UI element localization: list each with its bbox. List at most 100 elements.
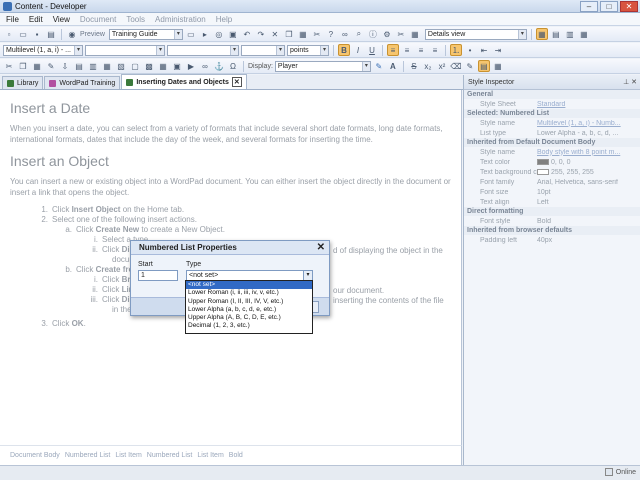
hyperlink-icon[interactable]: ∞	[199, 60, 211, 72]
folder-icon[interactable]: ▭	[185, 28, 197, 40]
dropdown-option[interactable]: Decimal (1, 2, 3, etc.)	[186, 322, 312, 330]
dropdown-option[interactable]: Lower Alpha (a, b, c, d, e, etc.)	[186, 306, 312, 314]
borders-icon[interactable]: ▢	[129, 60, 141, 72]
properties-icon[interactable]: ▦	[492, 60, 504, 72]
link-icon[interactable]: ∞	[339, 28, 351, 40]
paste-icon[interactable]: ▦	[297, 28, 309, 40]
align-right-icon[interactable]: ≡	[415, 44, 427, 56]
tab-wordpad-training[interactable]: WordPad Training	[44, 76, 121, 89]
save-icon[interactable]: ▪	[31, 28, 43, 40]
project-combo[interactable]: Training Guide ▾	[108, 28, 183, 40]
columns-icon[interactable]: ▥	[564, 28, 576, 40]
tab-inserting-dates[interactable]: Inserting Dates and Objects ✕	[121, 74, 247, 89]
tab-library[interactable]: Library	[2, 76, 44, 89]
grid-icon[interactable]: ▦	[409, 28, 421, 40]
format-painter-icon[interactable]: ✎	[45, 60, 57, 72]
menu-item-edit[interactable]: Edit	[29, 15, 43, 24]
numbered-list-icon[interactable]: ⒈	[450, 44, 462, 56]
font-name-combo[interactable]: ▾	[167, 44, 239, 56]
close-tab-icon[interactable]: ✕	[231, 77, 242, 87]
scissors-icon[interactable]: ✂	[395, 28, 407, 40]
breadcrumb-item[interactable]: List Item	[115, 452, 141, 459]
paste-small-icon[interactable]: ▦	[31, 60, 43, 72]
view-combo[interactable]: Details view ▾	[424, 28, 527, 40]
style-icon[interactable]: ▤	[477, 60, 490, 72]
breadcrumb-item[interactable]: Document Body	[10, 452, 60, 459]
bold-button[interactable]: B	[338, 44, 350, 56]
inspector-value[interactable]: Body style with 8 point m...	[537, 149, 640, 156]
delete-icon[interactable]: ✕	[269, 28, 281, 40]
maximize-button[interactable]: □	[600, 1, 618, 12]
preview-button[interactable]: Preview	[80, 31, 105, 38]
redo-icon[interactable]: ↷	[255, 28, 267, 40]
table-props-icon[interactable]: ▦	[157, 60, 169, 72]
subscript-icon[interactable]: x₂	[422, 60, 434, 72]
copy-small-icon[interactable]: ❐	[17, 60, 29, 72]
info-icon[interactable]: ⓘ	[367, 28, 379, 40]
tools-icon[interactable]: ⚙	[381, 28, 393, 40]
split-icon[interactable]: ▧	[115, 60, 127, 72]
type-dropdown-list[interactable]: <not set> Lower Roman (i, ii, iii, iv, v,…	[185, 280, 313, 334]
dropdown-option[interactable]: Upper Alpha (A, B, C, D, E, etc.)	[186, 314, 312, 322]
eraser-icon[interactable]: ⌫	[450, 60, 462, 72]
italic-button[interactable]: I	[352, 44, 364, 56]
inspector-value[interactable]: Multilevel (1, a, i) - Numb...	[537, 120, 640, 127]
text-color-icon[interactable]: ✎	[373, 60, 385, 72]
display-combo[interactable]: Player ▾	[274, 60, 371, 72]
insert-col-icon[interactable]: ▥	[87, 60, 99, 72]
layout-icon[interactable]: ▦	[535, 28, 548, 40]
bullet-list-icon[interactable]: •	[464, 44, 476, 56]
image-insert-icon[interactable]: ▣	[171, 60, 183, 72]
inspector-value[interactable]: Standard	[537, 101, 640, 108]
image-icon[interactable]: ▣	[227, 28, 239, 40]
forward-icon[interactable]: ▸	[199, 28, 211, 40]
table-icon[interactable]: ▦	[578, 28, 590, 40]
align-left-icon[interactable]: ≡	[387, 44, 399, 56]
menu-item-view[interactable]: View	[53, 15, 70, 24]
list-style-combo[interactable]: Multilevel (1, a, i) - ... ▾	[3, 44, 83, 56]
menu-item-tools[interactable]: Tools	[126, 15, 145, 24]
menu-item-file[interactable]: File	[6, 15, 19, 24]
menu-item-document[interactable]: Document	[80, 15, 116, 24]
undo-icon[interactable]: ↶	[241, 28, 253, 40]
superscript-icon[interactable]: x²	[436, 60, 448, 72]
open-icon[interactable]: ▭	[17, 28, 29, 40]
help-icon[interactable]: ?	[325, 28, 337, 40]
strikethrough-icon[interactable]: S	[408, 60, 420, 72]
anchor-icon[interactable]: ⚓	[213, 60, 225, 72]
minimize-button[interactable]: –	[580, 1, 598, 12]
dropdown-option[interactable]: <not set>	[186, 281, 312, 290]
print-icon[interactable]: ▤	[45, 28, 57, 40]
breadcrumb-item[interactable]: List Item	[197, 452, 223, 459]
start-input[interactable]: 1	[138, 270, 178, 281]
breadcrumb-item[interactable]: Numbered List	[65, 452, 111, 459]
breadcrumb-item[interactable]: Numbered List	[147, 452, 193, 459]
underline-button[interactable]: U	[366, 44, 378, 56]
indent-icon[interactable]: ⇥	[492, 44, 504, 56]
merge-icon[interactable]: ▦	[101, 60, 113, 72]
media-icon[interactable]: ▶	[185, 60, 197, 72]
panel-icon[interactable]: ▤	[550, 28, 562, 40]
copy-icon[interactable]: ❐	[283, 28, 295, 40]
font-combo[interactable]: ▾	[85, 44, 165, 56]
dropdown-option[interactable]: Lower Roman (i, ii, iii, iv, v, etc.)	[186, 289, 312, 297]
close-icon[interactable]: ✕	[317, 241, 325, 255]
breadcrumb-item[interactable]: Bold	[229, 452, 243, 459]
symbol-icon[interactable]: Ω	[227, 60, 239, 72]
highlight-icon[interactable]: ✎	[464, 60, 476, 72]
move-down-icon[interactable]: ⇩	[59, 60, 71, 72]
justify-icon[interactable]: ≡	[429, 44, 441, 56]
font-style-icon[interactable]: A	[387, 60, 399, 72]
menu-item-help[interactable]: Help	[216, 15, 232, 24]
search-icon[interactable]: ⌕	[353, 28, 365, 40]
align-center-icon[interactable]: ≡	[401, 44, 413, 56]
close-window-button[interactable]: ✕	[620, 1, 638, 12]
preview-icon[interactable]: ◉	[66, 28, 78, 40]
cut-icon[interactable]: ✂	[311, 28, 323, 40]
units-combo[interactable]: points ▾	[287, 44, 329, 56]
cut-small-icon[interactable]: ✂	[3, 60, 15, 72]
size-combo[interactable]: ▾	[241, 44, 285, 56]
dropdown-option[interactable]: Upper Roman (I, II, III, IV, V, etc.)	[186, 298, 312, 306]
new-icon[interactable]: ▫	[3, 28, 15, 40]
pin-icon[interactable]: ⊥ ✕	[623, 78, 637, 86]
